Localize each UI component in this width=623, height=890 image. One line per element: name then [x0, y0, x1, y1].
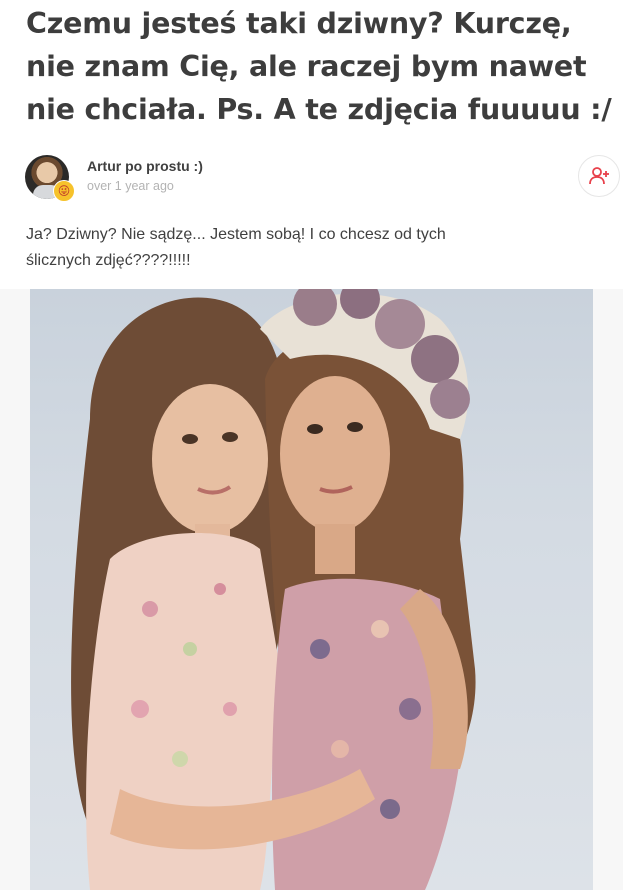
right-margin	[593, 289, 623, 890]
question-title: Czemu jesteś taki dziwny? Kurczę, nie zn…	[26, 2, 616, 131]
answer-line: Ja? Dziwny? Nie sądzę... Jestem sobą! I …	[26, 226, 446, 243]
emoji-badge: 😜	[53, 180, 75, 202]
question-line: nie znam Cię, ale raczej bym nawet	[26, 50, 587, 83]
answer-line: ślicznych zdjęć????!!!!!	[26, 252, 191, 269]
follow-button[interactable]	[578, 155, 620, 197]
author-row: 😜 Artur po prostu :) over 1 year ago	[25, 155, 620, 202]
answer-text: Ja? Dziwny? Nie sądzę... Jestem sobą! I …	[26, 222, 586, 274]
post-time: over 1 year ago	[87, 179, 174, 193]
photo-illustration	[71, 289, 476, 890]
answer-photo[interactable]	[30, 289, 593, 890]
author-name[interactable]: Artur po prostu :)	[87, 158, 203, 174]
question-line: nie chciała. Ps. A te zdjęcia fuuuuu :/	[26, 93, 612, 126]
question-line: Czemu jesteś taki dziwny? Kurczę,	[26, 7, 572, 40]
add-user-icon	[589, 167, 609, 185]
left-margin	[0, 289, 30, 890]
